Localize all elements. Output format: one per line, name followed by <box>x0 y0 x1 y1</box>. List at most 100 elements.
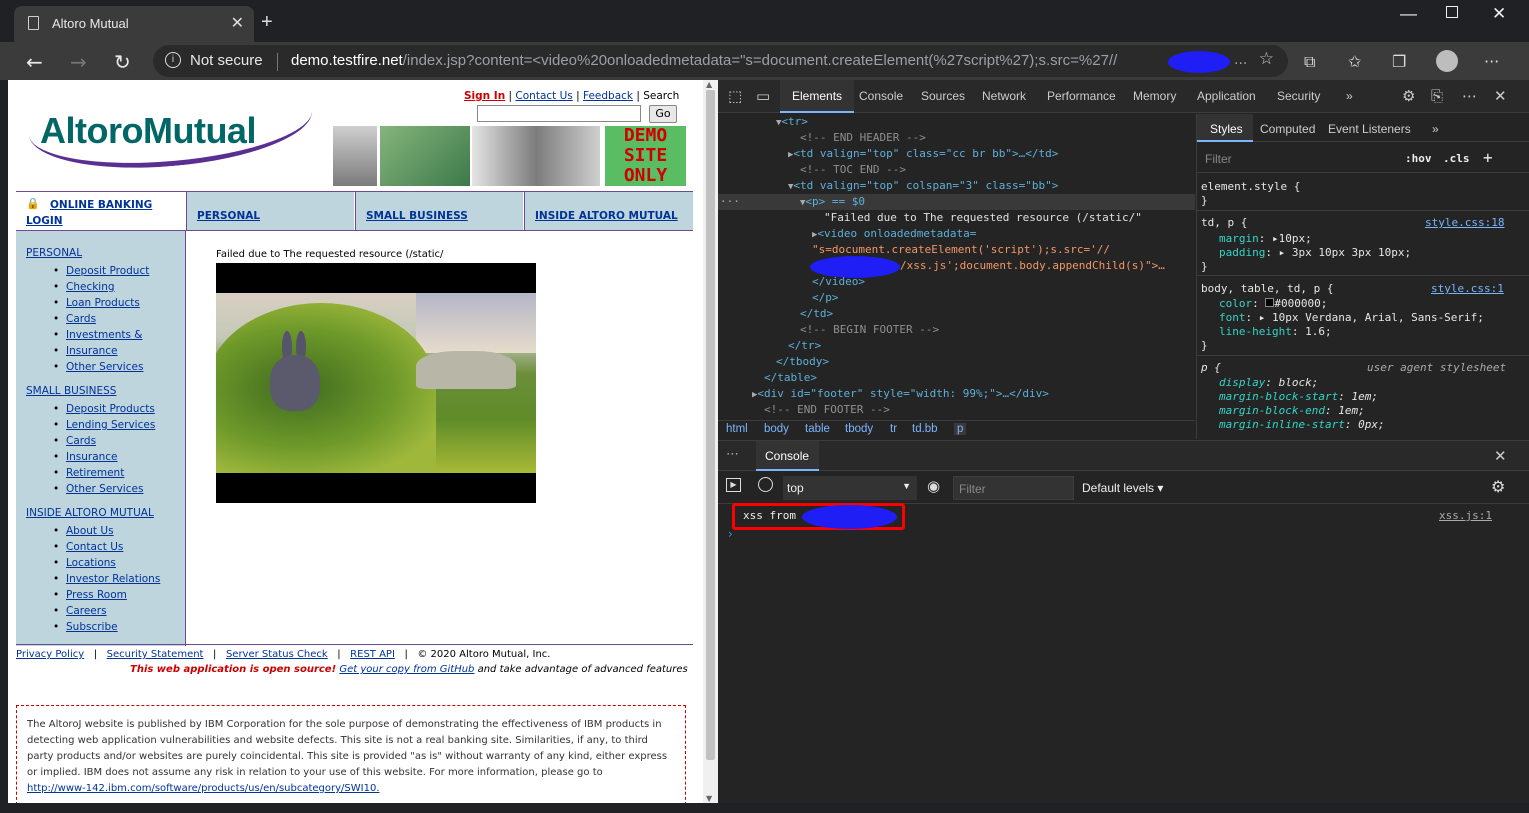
collections-icon[interactable]: ❐ <box>1392 52 1406 71</box>
nav-small-business[interactable]: SMALL BUSINESS <box>355 192 523 230</box>
injected-video[interactable] <box>216 263 536 503</box>
node-video-attr-tail[interactable]: /xss.js';document.body.appendChild(s)">… <box>900 258 1165 274</box>
server-status-link[interactable]: Server Status Check <box>226 649 328 660</box>
customize-menu-icon[interactable]: ⋯ <box>1462 87 1477 105</box>
node-text-failed[interactable]: "Failed due to The requested resource (/… <box>824 210 1142 226</box>
console-message[interactable]: xss from <box>743 509 796 522</box>
crumb-tr[interactable]: tr <box>890 423 897 435</box>
sidebar-item-press-room[interactable]: Press Room <box>53 589 127 601</box>
node-p-selected[interactable]: ▼<p> == $0 <box>800 194 865 210</box>
crumb-p[interactable]: p <box>954 423 967 435</box>
sidebar-item-deposit-products[interactable]: Deposit Products <box>53 403 155 415</box>
console-message-source[interactable]: xss.js:1 <box>1439 509 1492 522</box>
feedback-icon[interactable]: ⎘ <box>1431 87 1443 105</box>
sidebar-item-contact-us[interactable]: Contact Us <box>53 541 123 553</box>
drawer-menu-icon[interactable]: ⋯ <box>726 447 739 462</box>
cls-toggle[interactable]: .cls <box>1443 152 1470 165</box>
refresh-icon[interactable]: ↻ <box>114 50 131 74</box>
node-comment-end-footer[interactable]: <!-- END FOOTER --> <box>764 402 890 418</box>
node-td-bb[interactable]: ▼<td valign="top" colspan="3" class="bb"… <box>788 178 1058 194</box>
contact-link[interactable]: Contact Us <box>515 90 572 102</box>
sidebar-toggle-icon[interactable]: ▶ <box>726 478 741 492</box>
privacy-policy-link[interactable]: Privacy Policy <box>16 649 84 660</box>
url-field[interactable]: i Not secure demo.testfire.net/index.jsp… <box>153 45 1288 77</box>
rule-body-selector[interactable]: body, table, td, p { <box>1201 282 1333 296</box>
nav-personal[interactable]: PERSONAL <box>186 192 354 230</box>
security-statement-link[interactable]: Security Statement <box>107 649 204 660</box>
node-tr[interactable]: ▼<tr> <box>776 114 808 130</box>
scroll-down-icon[interactable]: ▼ <box>706 794 712 803</box>
node-td-cc[interactable]: ▶<td valign="top" class="cc br bb">…</td… <box>788 146 1058 162</box>
new-tab-icon[interactable]: + <box>261 11 273 34</box>
search-input[interactable] <box>477 105 641 122</box>
prop-font[interactable]: font: ▸ 10px Verdana, Arial, Sans-Serif; <box>1219 311 1484 325</box>
crumb-body[interactable]: body <box>764 423 789 435</box>
sidebar-item-cards[interactable]: Cards <box>53 313 96 325</box>
rule-p-selector[interactable]: p { <box>1201 361 1221 375</box>
nav-personal-label[interactable]: PERSONAL <box>197 210 260 222</box>
close-tab-icon[interactable]: ✕ <box>231 13 244 32</box>
sidebar-header-inside[interactable]: INSIDE ALTORO MUTUAL <box>26 507 154 519</box>
node-comment-end-header[interactable]: <!-- END HEADER --> <box>800 130 926 146</box>
security-label[interactable]: Not secure <box>190 52 263 69</box>
node-tbody-close[interactable]: </tbody> <box>776 354 829 370</box>
page-scrollbar[interactable]: ▲ ▼ <box>703 80 718 803</box>
rule-td-p-source[interactable]: style.css:18 <box>1425 216 1504 230</box>
node-tr-close[interactable]: </tr> <box>788 338 821 354</box>
favorite-star-icon[interactable]: ☆ <box>1259 49 1274 69</box>
sidebar-item-about-us[interactable]: About Us <box>53 525 113 537</box>
device-toolbar-icon[interactable]: ▭ <box>756 87 770 105</box>
sidebar-item-other-services[interactable]: Other Services <box>53 361 144 373</box>
altoro-logo[interactable]: AltoroMutual <box>40 110 256 152</box>
crumb-html[interactable]: html <box>726 423 748 435</box>
close-drawer-icon[interactable]: ✕ <box>1494 447 1507 465</box>
inspect-element-icon[interactable]: ⬚ <box>728 87 742 105</box>
favorites-icon[interactable]: ✩ <box>1348 52 1361 71</box>
log-levels-dropdown[interactable]: Default levels ▾ <box>1082 481 1163 495</box>
element-style-rule[interactable]: element.style { <box>1201 180 1300 194</box>
scroll-up-icon[interactable]: ▲ <box>706 80 712 89</box>
crumb-table[interactable]: table <box>805 423 830 435</box>
tab-elements[interactable]: Elements <box>792 89 842 103</box>
node-table-close[interactable]: </table> <box>764 370 817 386</box>
browser-tab[interactable]: Altoro Mutual ✕ <box>14 6 254 42</box>
minimize-icon[interactable]: — <box>1400 4 1417 24</box>
sidebar-item-checking[interactable]: Checking <box>53 281 114 293</box>
close-devtools-icon[interactable]: ✕ <box>1494 87 1507 105</box>
nav-inside-label[interactable]: INSIDE ALTORO MUTUAL <box>535 210 678 222</box>
tab-application[interactable]: Application <box>1197 89 1256 103</box>
eye-icon[interactable]: ◉ <box>927 477 940 495</box>
sidebar-item-retirement[interactable]: Retirement <box>53 467 124 479</box>
forward-icon[interactable]: → <box>70 50 87 74</box>
sidebar-item-locations[interactable]: Locations <box>53 557 116 569</box>
sidebar-item-sb-other-services[interactable]: Other Services <box>53 483 144 495</box>
prop-padding[interactable]: padding: ▸ 3px 10px 3px 10px; <box>1219 246 1411 260</box>
sidebar-item-investor-relations[interactable]: Investor Relations <box>53 573 160 585</box>
console-settings-icon[interactable]: ⚙ <box>1491 477 1505 496</box>
more-menu-icon[interactable]: ··· <box>1484 52 1499 71</box>
sidebar-item-careers[interactable]: Careers <box>53 605 106 617</box>
close-window-icon[interactable]: ✕ <box>1492 4 1506 24</box>
crumb-td-bb[interactable]: td.bb <box>912 423 938 435</box>
sidebar-item-sb-insurance[interactable]: Insurance <box>53 451 117 463</box>
tab-performance[interactable]: Performance <box>1047 89 1116 103</box>
nav-small-business-label[interactable]: SMALL BUSINESS <box>366 210 468 222</box>
back-icon[interactable]: ← <box>26 50 43 74</box>
prop-margin[interactable]: margin: ▸10px; <box>1219 232 1312 246</box>
tab-computed[interactable]: Computed <box>1260 122 1315 136</box>
nav-online-banking[interactable]: 🔒 ONLINE BANKING LOGIN <box>16 192 185 230</box>
node-td-close[interactable]: </td> <box>800 306 833 322</box>
scrollbar-thumb[interactable] <box>706 90 715 760</box>
nav-inside-altoro[interactable]: INSIDE ALTORO MUTUAL <box>524 192 693 230</box>
github-link[interactable]: Get your copy from GitHub <box>339 664 474 675</box>
tab-security[interactable]: Security <box>1277 89 1320 103</box>
url-text[interactable]: demo.testfire.net/index.jsp?content=<vid… <box>291 52 1231 69</box>
node-video[interactable]: ▶<video onloadedmetadata= <box>812 226 976 242</box>
node-comment-begin-footer[interactable]: <!-- BEGIN FOOTER --> <box>800 322 939 338</box>
node-div-footer[interactable]: ▶<div id="footer" style="width: 99%;">…<… <box>752 386 1049 402</box>
styles-filter-input[interactable]: Filter <box>1205 152 1232 166</box>
maximize-icon[interactable] <box>1446 6 1458 18</box>
crumb-tbody[interactable]: tbody <box>845 423 873 435</box>
rule-body-source[interactable]: style.css:1 <box>1431 282 1504 296</box>
info-icon[interactable]: i <box>165 52 181 68</box>
